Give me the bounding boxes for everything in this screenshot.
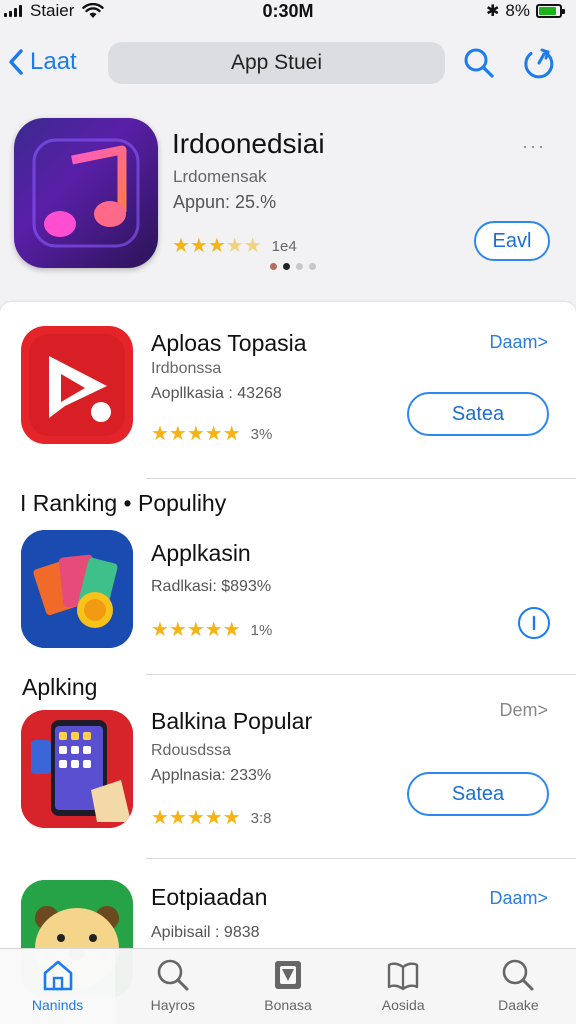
get-button[interactable]: Satea — [407, 392, 549, 436]
page-dot — [296, 263, 303, 270]
see-more-link[interactable]: Daam> — [489, 332, 548, 353]
status-right: ✱ 8% — [486, 1, 565, 21]
app-name[interactable]: Aploas Topasia — [151, 330, 307, 357]
see-more-link[interactable]: Dem> — [499, 700, 548, 721]
tab-book[interactable]: Aosida — [346, 949, 461, 1024]
tab-search-2[interactable]: Daake — [461, 949, 576, 1024]
music-note-icon — [14, 118, 158, 268]
section-title-ranking: I Ranking • Populihy — [20, 490, 227, 517]
back-label: Laat — [30, 48, 77, 75]
featured-subtitle: Lrdomensak — [173, 167, 267, 186]
back-button[interactable]: Laat — [8, 44, 77, 80]
tab-label: Daake — [498, 997, 539, 1013]
box-icon — [275, 961, 301, 989]
featured-rating: ★★★★★ 1e4 — [172, 236, 297, 256]
app-meta: Aopllkasia : 43268 — [151, 385, 282, 402]
status-bar: Staier 0:30M ✱ 8% — [0, 0, 576, 24]
video-play-icon[interactable] — [21, 326, 133, 444]
app-name[interactable]: Applkasin — [151, 540, 251, 567]
navigation-bar: Laat App Stuei — [0, 38, 576, 88]
page-indicator[interactable] — [270, 263, 316, 270]
app-meta: Apibisail : 9838 — [151, 924, 260, 941]
tab-home[interactable]: Naninds — [0, 949, 116, 1024]
search-icon — [503, 959, 534, 991]
featured-meta: Appun: 25.% — [173, 192, 277, 212]
app-rating-text: 1% — [250, 621, 273, 639]
phone-app-icon[interactable] — [21, 710, 133, 828]
see-more-link[interactable]: Daam> — [489, 888, 548, 909]
page-dot — [283, 263, 290, 270]
app-name[interactable]: Eotpiaadan — [151, 884, 267, 911]
featured-app[interactable]: Irdoonedsiai Lrdomensak Appun: 25.% ··· … — [0, 100, 576, 290]
page-dot — [270, 263, 277, 270]
app-subtitle: Irdbonssa — [151, 360, 222, 377]
get-button-label: Satea — [451, 782, 505, 805]
app-meta: Radlkasi: $893% — [151, 578, 272, 595]
star-rating-icon: ★★★★★ — [172, 235, 262, 257]
game-cards-icon[interactable] — [21, 530, 133, 648]
more-options-icon[interactable]: ··· — [522, 136, 546, 157]
app-meta: Applnasia: 233% — [151, 767, 272, 784]
book-icon — [388, 962, 419, 991]
search-icon[interactable] — [462, 46, 496, 80]
tab-search[interactable]: Hayros — [115, 949, 230, 1024]
app-rating-text: 3:8 — [250, 809, 272, 827]
tab-label: Naninds — [31, 997, 84, 1013]
battery-icon — [536, 4, 565, 18]
tab-label: Bonasa — [264, 997, 312, 1013]
app-rating: ★★★★★ 1% — [151, 620, 272, 640]
app-list: Aploas Topasia Irdbonssa Aopllkasia : 43… — [0, 302, 576, 998]
featured-get-button[interactable]: Eavl — [474, 221, 550, 261]
home-icon — [43, 960, 72, 991]
app-rating: ★★★★★ 3:8 — [151, 808, 272, 828]
star-rating-icon: ★★★★★ — [151, 619, 241, 641]
search-field-label: App Stuei — [230, 51, 323, 74]
bluetooth-icon: ✱ — [486, 3, 500, 20]
section-title-apps: Aplking — [22, 674, 98, 701]
app-subtitle: Rdousdssa — [151, 742, 232, 759]
featured-title: Irdoonedsiai — [172, 128, 325, 159]
battery-percent: 8% — [505, 1, 530, 20]
featured-rating-text: 1e4 — [271, 237, 297, 255]
app-rating: ★★★★★ 3% — [151, 424, 272, 444]
star-rating-icon: ★★★★★ — [151, 423, 241, 445]
app-rating-text: 3% — [250, 425, 273, 443]
chevron-left-icon — [9, 49, 23, 75]
row-divider — [146, 674, 576, 675]
get-button[interactable]: Satea — [407, 772, 549, 816]
featured-get-label: Eavl — [492, 229, 532, 252]
app-name[interactable]: Balkina Popular — [151, 708, 312, 735]
row-divider — [146, 858, 576, 859]
get-button-label: Satea — [451, 402, 505, 425]
search-icon — [157, 959, 189, 991]
tab-label: Hayros — [150, 997, 195, 1013]
star-rating-icon: ★★★★★ — [151, 807, 241, 829]
refresh-icon[interactable] — [522, 46, 556, 80]
search-field[interactable]: App Stuei — [108, 42, 445, 84]
page-dot — [309, 263, 316, 270]
tab-label: Aosida — [381, 997, 425, 1013]
tab-bar: Naninds Hayros Bonasa Aosida Daake — [0, 948, 576, 1024]
tab-box[interactable]: Bonasa — [230, 949, 345, 1024]
row-divider — [146, 478, 576, 479]
info-icon[interactable] — [518, 607, 550, 639]
